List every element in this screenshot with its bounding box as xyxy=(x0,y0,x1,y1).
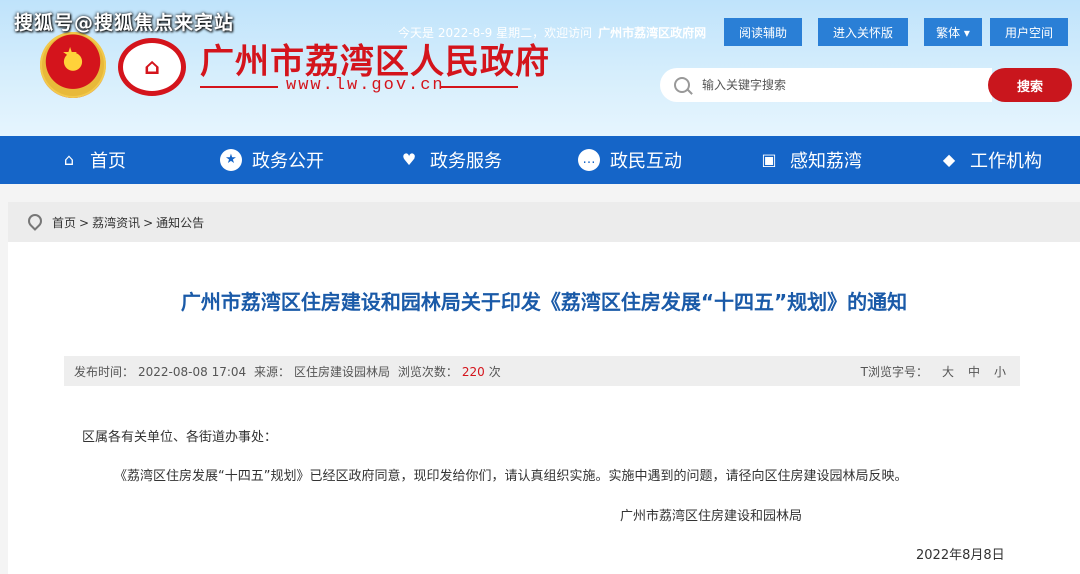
elderly-mode-button[interactable]: 进入关怀版 xyxy=(818,18,908,46)
district-logo-icon: ⌂ xyxy=(118,38,186,96)
article-title: 广州市荔湾区住房建设和园林局关于印发《荔湾区住房发展“十四五”规划》的通知 xyxy=(180,290,908,314)
nav-item-agencies[interactable]: ◆ 工作机构 xyxy=(938,136,1042,184)
url-divider-right xyxy=(440,86,518,88)
signature: 广州市荔湾区住房建设和园林局 xyxy=(620,509,803,524)
site-url: www.lw.gov.cn xyxy=(286,76,445,95)
user-space-button[interactable]: 用户空间 xyxy=(990,18,1068,46)
salutation: 区属各有关单位、各街道办事处： xyxy=(82,430,278,445)
nav-label: 政民互动 xyxy=(610,151,682,172)
publish-label: 发布时间： xyxy=(74,364,135,379)
breadcrumb-notices[interactable]: 通知公告 xyxy=(156,216,204,230)
nav-label: 政务公开 xyxy=(252,151,324,172)
breadcrumb-separator: > xyxy=(143,215,154,230)
search-icon xyxy=(674,77,690,93)
heart-icon: ♥ xyxy=(401,150,417,169)
nav-label: 感知荔湾 xyxy=(790,151,862,172)
font-size-small[interactable]: 小 xyxy=(994,363,1006,380)
article-meta: 发布时间： 2022-08-08 17:04 来源： 区住房建设园林局 浏览次数： 2… xyxy=(64,356,1020,386)
breadcrumb: 首页 > 荔湾资讯 > 通知公告 xyxy=(8,202,1080,242)
search-box xyxy=(660,68,992,102)
nav-label: 政务服务 xyxy=(430,151,502,172)
breadcrumb-trail: 首页 > 荔湾资讯 > 通知公告 xyxy=(52,214,204,231)
body-paragraph: 《荔湾区住房发展“十四五”规划》已经区政府同意，现印发给你们，请认真组织实施。实… xyxy=(114,469,908,484)
source-label: 来源： xyxy=(253,364,290,379)
chat-icon: … xyxy=(578,149,600,171)
nav-item-liwan[interactable]: ▣ 感知荔湾 xyxy=(758,136,862,184)
font-size-medium[interactable]: 中 xyxy=(968,363,980,380)
publish-time: 2022-08-08 17:04 xyxy=(138,364,247,379)
font-size-label: T浏览字号： xyxy=(860,364,928,379)
nav-item-gov-affairs[interactable]: ★ 政务公开 xyxy=(220,136,324,184)
reading-aid-button[interactable]: 阅读辅助 xyxy=(724,18,802,46)
today-text: 今天是 2022-8-9 星期二，欢迎访问 xyxy=(398,26,593,40)
publish-date: 2022年8月8日 xyxy=(916,548,1005,563)
breadcrumb-separator: > xyxy=(79,215,90,230)
traditional-chinese-dropdown[interactable]: 繁体 ▾ xyxy=(924,18,982,46)
national-emblem-icon: ★ xyxy=(40,32,106,98)
star-icon: ★ xyxy=(220,149,242,171)
home-icon: ⌂ xyxy=(63,150,75,169)
image-icon: ▣ xyxy=(761,150,777,169)
nav-item-interaction[interactable]: … 政民互动 xyxy=(578,136,682,184)
location-pin-icon xyxy=(28,214,40,230)
views-count: 220 xyxy=(461,364,485,379)
nav-label: 首页 xyxy=(90,151,126,172)
nav-label: 工作机构 xyxy=(970,151,1042,172)
site-name: 广州市荔湾区政府网 xyxy=(598,26,707,40)
views-unit: 次 xyxy=(488,364,501,379)
article-container: 广州市荔湾区住房建设和园林局关于印发《荔湾区住房发展“十四五”规划》的通知 发布… xyxy=(8,242,1080,574)
watermark: 搜狐号@搜狐焦点来宾站 xyxy=(14,12,235,34)
nav-item-home[interactable]: ⌂ 首页 xyxy=(58,136,126,184)
breadcrumb-news[interactable]: 荔湾资讯 xyxy=(92,216,140,230)
search-button[interactable]: 搜索 xyxy=(988,68,1072,102)
nav-item-gov-services[interactable]: ♥ 政务服务 xyxy=(398,136,502,184)
date-welcome: 今天是 2022-8-9 星期二，欢迎访问 广州市荔湾区政府网 xyxy=(398,24,706,41)
source: 区住房建设园林局 xyxy=(294,364,391,379)
views-label: 浏览次数： xyxy=(397,364,458,379)
breadcrumb-home[interactable]: 首页 xyxy=(52,216,76,230)
meta-info: 发布时间： 2022-08-08 17:04 来源： 区住房建设园林局 浏览次数： 2… xyxy=(74,363,505,380)
font-size-large[interactable]: 大 xyxy=(942,363,954,380)
font-size-controls: T浏览字号： 大 中 小 xyxy=(861,356,1006,386)
main-nav: ⌂ 首页 ★ 政务公开 ♥ 政务服务 … 政民互动 ▣ 感知荔湾 ◆ 工作机构 xyxy=(0,136,1080,184)
cube-icon: ◆ xyxy=(942,150,956,169)
search-input[interactable] xyxy=(702,78,962,92)
url-divider-left xyxy=(200,86,278,88)
